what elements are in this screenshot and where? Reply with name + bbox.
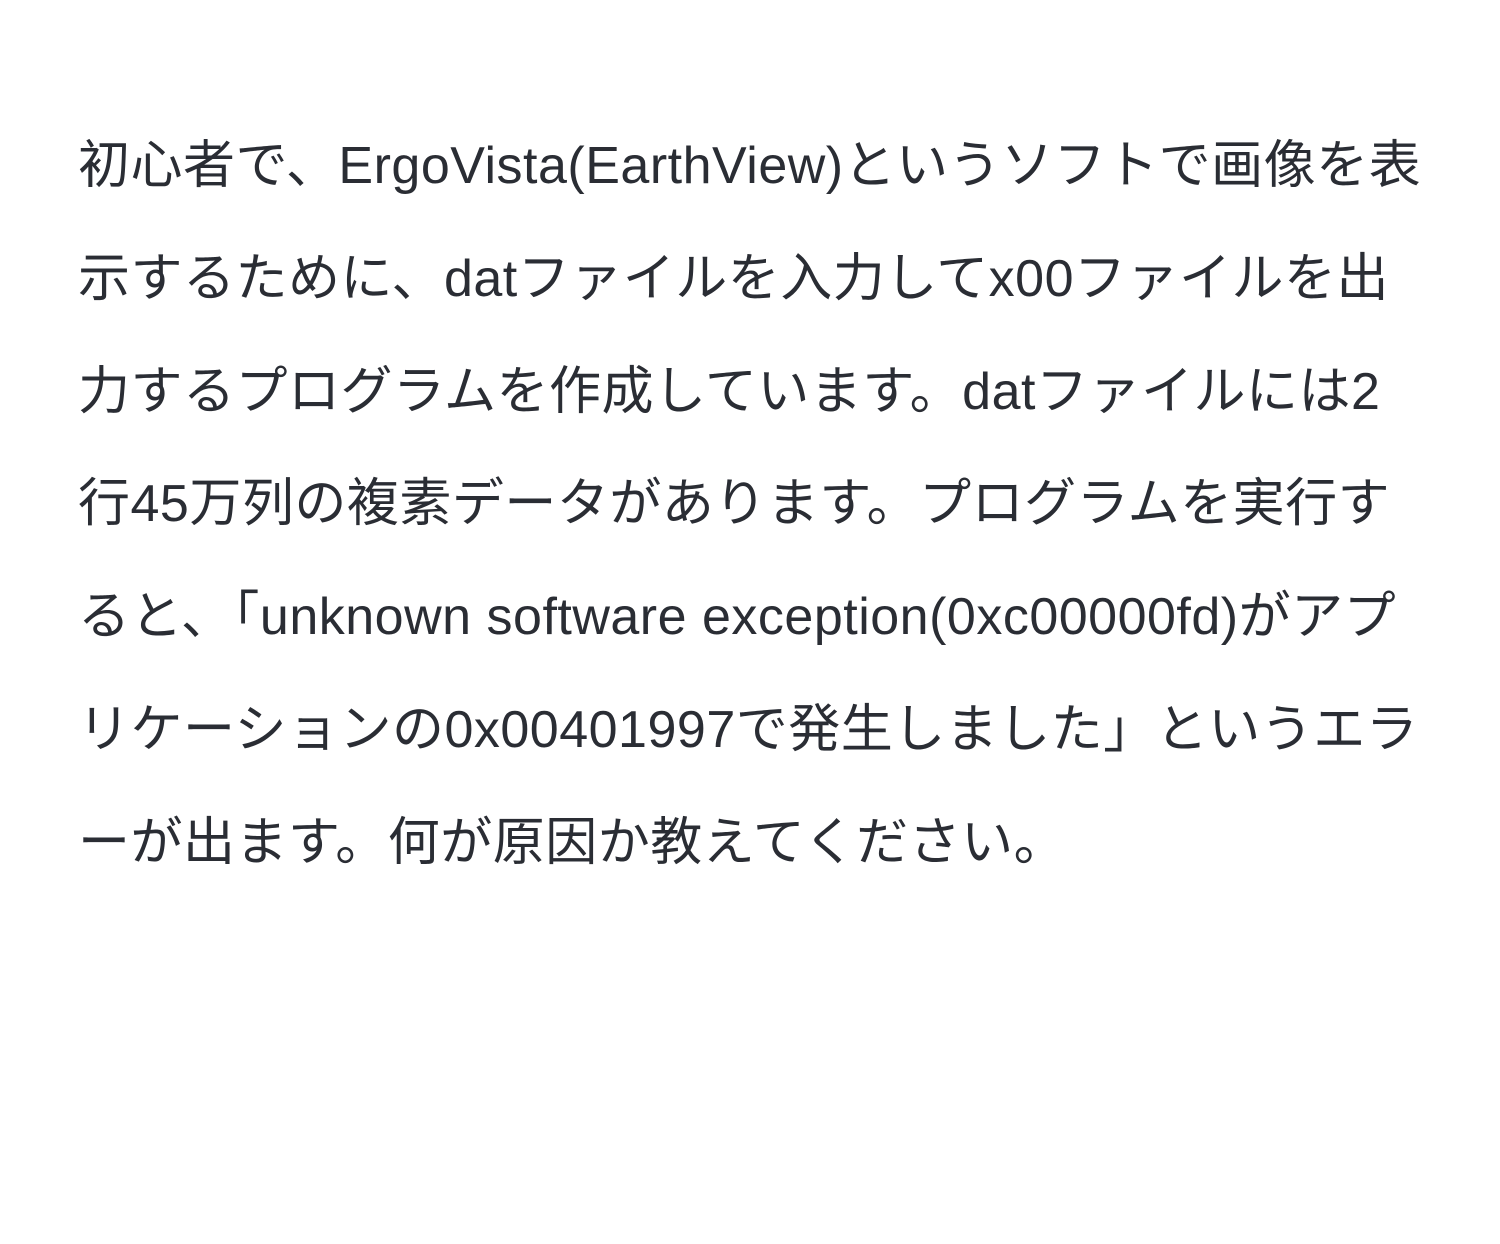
body-paragraph: 初心者で、ErgoVista(EarthView)というソフトで画像を表示するた… [78, 110, 1422, 900]
document-content: 初心者で、ErgoVista(EarthView)というソフトで画像を表示するた… [0, 0, 1500, 900]
